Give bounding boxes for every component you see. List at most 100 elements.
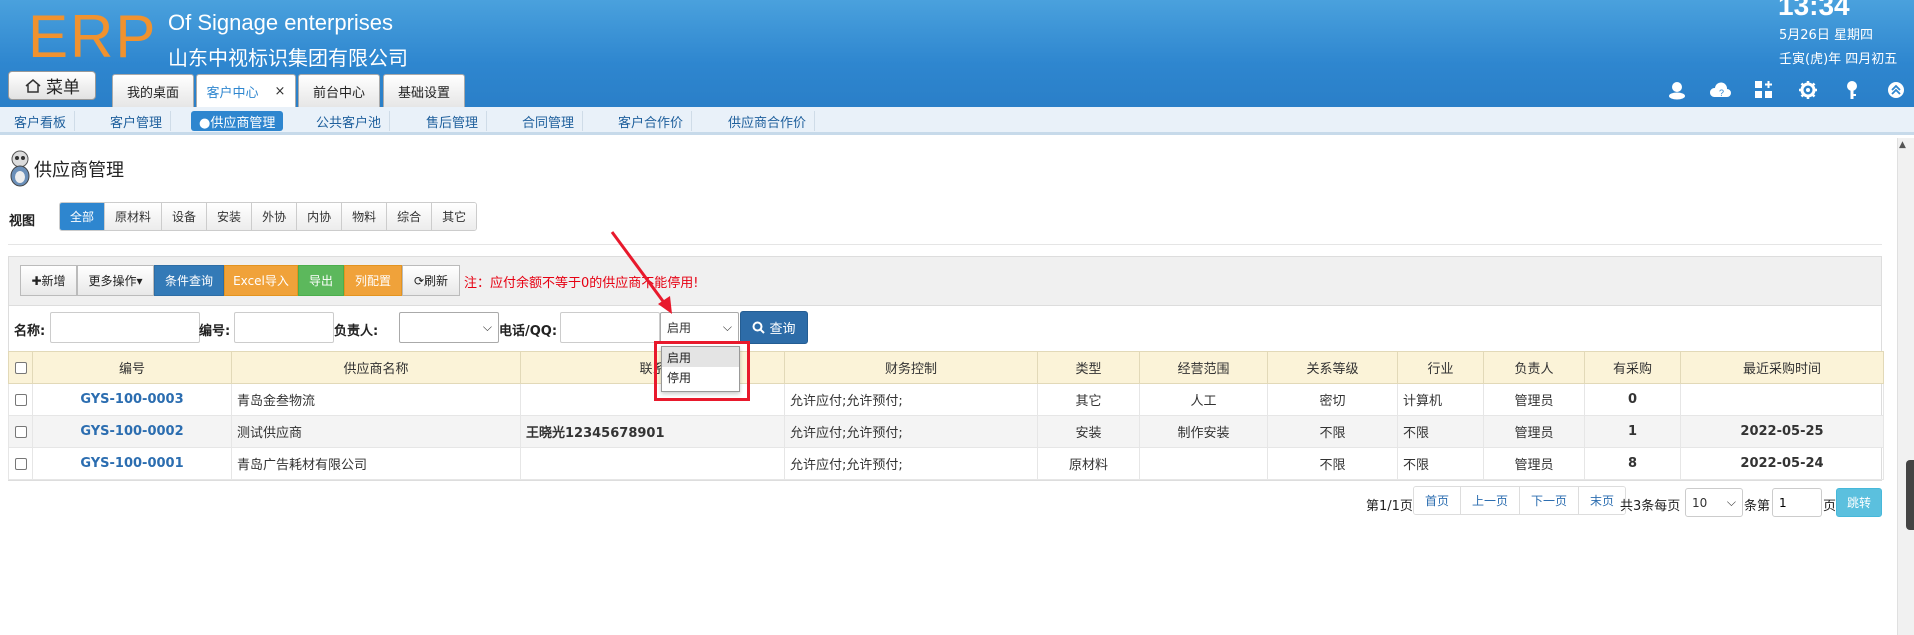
last-purchase bbox=[1680, 383, 1884, 416]
more-actions-button[interactable]: 更多操作▾ bbox=[77, 265, 154, 296]
header-industry[interactable]: 行业 bbox=[1397, 351, 1484, 384]
header-supplier-name[interactable]: 供应商名称 bbox=[231, 351, 521, 384]
table-row[interactable]: GYS-100-0003 青岛金叁物流 允许应付;允许预付; 其它 人工 密切 … bbox=[8, 383, 1884, 416]
purchases: 8 bbox=[1584, 447, 1681, 480]
subnav-contract[interactable]: 合同管理 bbox=[514, 111, 584, 131]
excel-import-button[interactable]: Excel导入 bbox=[224, 265, 298, 296]
row-checkbox[interactable] bbox=[14, 425, 27, 438]
tab-basic-settings[interactable]: 基础设置 bbox=[383, 74, 465, 107]
first-page-button[interactable]: 首页 bbox=[1414, 487, 1462, 514]
last-purchase: 2022-05-24 bbox=[1680, 447, 1884, 480]
page-title: 供应商管理 bbox=[34, 160, 124, 181]
subnav-public-pool[interactable]: 公共客户池 bbox=[308, 111, 391, 131]
supplier-code-link[interactable]: GYS-100-0001 bbox=[80, 456, 183, 471]
row-checkbox[interactable] bbox=[14, 393, 27, 406]
header-purchases[interactable]: 有采购 bbox=[1584, 351, 1681, 384]
close-icon[interactable]: × bbox=[275, 84, 286, 99]
view-materials[interactable]: 物料 bbox=[342, 203, 388, 230]
industry: 不限 bbox=[1397, 415, 1484, 448]
supplier-name: 青岛广告耗材有限公司 bbox=[231, 447, 521, 480]
subnav-customer-board[interactable]: 客户看板 bbox=[6, 111, 76, 131]
select-all-checkbox[interactable] bbox=[14, 361, 27, 374]
view-filter-group: 全部 原材料 设备 安装 外协 内协 物料 综合 其它 bbox=[59, 202, 478, 231]
tab-front-center[interactable]: 前台中心 bbox=[298, 74, 380, 107]
last-page-button[interactable]: 末页 bbox=[1579, 487, 1626, 514]
view-internal[interactable]: 内协 bbox=[297, 203, 343, 230]
table-row[interactable]: GYS-100-0001 青岛广告耗材有限公司 允许应付;允许预付; 原材料 不… bbox=[8, 447, 1884, 480]
header-finance-control[interactable]: 财务控制 bbox=[784, 351, 1038, 384]
view-other[interactable]: 其它 bbox=[432, 203, 477, 230]
business-scope bbox=[1139, 447, 1268, 480]
chevron-down-icon: ⌵ bbox=[722, 320, 732, 334]
query-button[interactable]: 查询 bbox=[740, 311, 808, 344]
phone-label: 电话/QQ: bbox=[499, 324, 558, 339]
chevron-down-icon: ⌵ bbox=[482, 320, 492, 334]
column-config-button[interactable]: 列配置 bbox=[344, 265, 402, 296]
header-owner[interactable]: 负责人 bbox=[1483, 351, 1585, 384]
menu-button[interactable]: 菜单 bbox=[8, 71, 96, 100]
export-button[interactable]: 导出 bbox=[298, 265, 344, 296]
purchases: 1 bbox=[1584, 415, 1681, 448]
next-page-button[interactable]: 下一页 bbox=[1520, 487, 1580, 514]
subnav-after-sales[interactable]: 售后管理 bbox=[418, 111, 488, 131]
industry: 不限 bbox=[1397, 447, 1484, 480]
table-row[interactable]: GYS-100-0002 测试供应商 王晓光12345678901 允许应付;允… bbox=[8, 415, 1884, 448]
type: 其它 bbox=[1037, 383, 1140, 416]
svg-text:?: ? bbox=[1719, 88, 1724, 98]
pagination-buttons: 首页 上一页 下一页 末页 bbox=[1413, 486, 1627, 515]
tab-label: 客户中心 bbox=[206, 85, 259, 101]
subnav-supplier-price[interactable]: 供应商合作价 bbox=[720, 111, 816, 131]
purchases: 0 bbox=[1584, 383, 1681, 416]
add-button[interactable]: ✚新增 bbox=[20, 265, 77, 296]
vertical-scrollbar[interactable] bbox=[1897, 138, 1914, 635]
collapse-icon[interactable] bbox=[1884, 78, 1908, 102]
subnav-supplier-manage[interactable]: ●供应商管理 bbox=[191, 111, 284, 131]
tab-my-desktop[interactable]: 我的桌面 bbox=[112, 74, 194, 107]
supplier-code-link[interactable]: GYS-100-0002 bbox=[80, 424, 183, 439]
header-code[interactable]: 编号 bbox=[32, 351, 232, 384]
supplier-name: 测试供应商 bbox=[231, 415, 521, 448]
gear-icon[interactable] bbox=[1796, 78, 1820, 102]
code-input[interactable] bbox=[234, 312, 334, 343]
finance-control: 允许应付;允许预付; bbox=[784, 415, 1038, 448]
owner-select[interactable]: ⌵ bbox=[399, 312, 499, 343]
menu-label: 菜单 bbox=[46, 78, 80, 98]
tab-customer-center[interactable]: 客户中心 × bbox=[196, 74, 296, 107]
contact: 王晓光12345678901 bbox=[520, 415, 785, 448]
clock-date: 5月26日 星期四 bbox=[1779, 28, 1873, 43]
grid-add-icon[interactable] bbox=[1752, 78, 1776, 102]
clock-time: 13:34 bbox=[1778, 0, 1850, 21]
home-icon bbox=[25, 78, 41, 93]
prev-page-button[interactable]: 上一页 bbox=[1461, 487, 1521, 514]
industry: 计算机 bbox=[1397, 383, 1484, 416]
header-type[interactable]: 类型 bbox=[1037, 351, 1140, 384]
view-general[interactable]: 综合 bbox=[387, 203, 433, 230]
cloud-help-icon[interactable]: ? bbox=[1708, 78, 1732, 102]
subnav-customer-price[interactable]: 客户合作价 bbox=[610, 111, 693, 131]
supplier-name: 青岛金叁物流 bbox=[231, 383, 521, 416]
header-business-scope[interactable]: 经营范围 bbox=[1139, 351, 1268, 384]
name-input[interactable] bbox=[50, 312, 200, 343]
header-last-purchase[interactable]: 最近采购时间 bbox=[1680, 351, 1884, 384]
supplier-code-link[interactable]: GYS-100-0003 bbox=[80, 392, 183, 407]
scrollbar-thumb[interactable] bbox=[1906, 460, 1914, 530]
scroll-up-icon[interactable]: ▲ bbox=[1899, 140, 1906, 150]
view-outsource[interactable]: 外协 bbox=[252, 203, 298, 230]
select-all-cell[interactable] bbox=[8, 351, 33, 384]
view-install[interactable]: 安装 bbox=[207, 203, 253, 230]
view-raw-material[interactable]: 原材料 bbox=[105, 203, 163, 230]
page-size-value: 10 bbox=[1692, 495, 1708, 510]
user-icon[interactable] bbox=[1665, 78, 1689, 102]
page-number-input[interactable] bbox=[1772, 488, 1822, 517]
row-checkbox[interactable] bbox=[14, 457, 27, 470]
refresh-button[interactable]: ⟳刷新 bbox=[402, 265, 460, 296]
finance-control: 允许应付;允许预付; bbox=[784, 383, 1038, 416]
view-equipment[interactable]: 设备 bbox=[162, 203, 208, 230]
filter-query-button[interactable]: 条件查询 bbox=[154, 265, 224, 296]
view-all[interactable]: 全部 bbox=[60, 203, 106, 230]
key-icon[interactable] bbox=[1840, 78, 1864, 102]
subnav-customer-manage[interactable]: 客户管理 bbox=[102, 111, 172, 131]
jump-button[interactable]: 跳转 bbox=[1836, 488, 1882, 517]
page-size-select[interactable]: 10 ⌵ bbox=[1685, 488, 1743, 517]
header-relation-level[interactable]: 关系等级 bbox=[1267, 351, 1398, 384]
